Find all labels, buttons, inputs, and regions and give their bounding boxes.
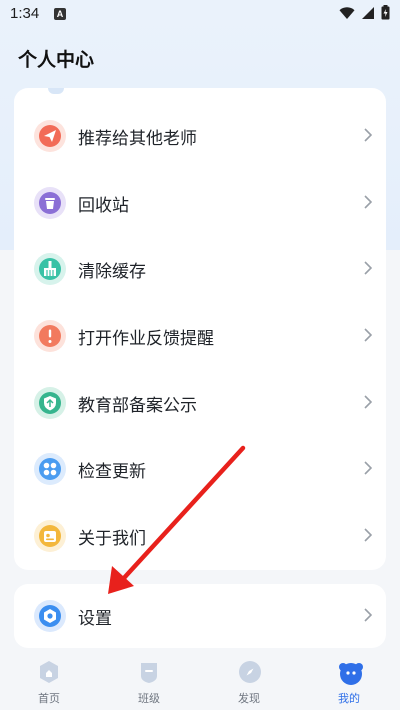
scrolled-item-remnant bbox=[48, 88, 64, 94]
paper-plane-icon bbox=[34, 120, 66, 152]
chevron-right-icon bbox=[364, 608, 372, 622]
chevron-right-icon bbox=[364, 195, 372, 209]
settings-hex-icon bbox=[34, 600, 66, 632]
menu-item-label: 推荐给其他老师 bbox=[78, 128, 197, 149]
signal-icon bbox=[362, 6, 374, 19]
bottom-tab-bar: 首页 班级 发现 我的 bbox=[0, 650, 400, 710]
menu-item-label: 清除缓存 bbox=[78, 261, 146, 282]
update-icon bbox=[34, 453, 66, 485]
settings-label: 设置 bbox=[78, 608, 112, 629]
notification-icon: A bbox=[54, 8, 66, 20]
menu-item-label: 教育部备案公示 bbox=[78, 395, 197, 416]
tab-mine[interactable]: 我的 bbox=[314, 656, 384, 706]
menu-item-label: 打开作业反馈提醒 bbox=[78, 328, 214, 349]
menu-item-label: 检查更新 bbox=[78, 461, 146, 482]
class-icon bbox=[141, 663, 157, 683]
shield-icon bbox=[34, 387, 66, 419]
tab-label: 班级 bbox=[138, 692, 160, 705]
battery-icon bbox=[381, 5, 390, 20]
status-time: 1:34 bbox=[10, 5, 40, 22]
chevron-right-icon bbox=[364, 328, 372, 342]
menu-item-feedback-reminder[interactable]: 打开作业反馈提醒 bbox=[14, 303, 386, 369]
chevron-right-icon bbox=[364, 528, 372, 542]
menu-item-label: 关于我们 bbox=[78, 528, 146, 549]
alert-icon bbox=[34, 320, 66, 352]
chevron-right-icon bbox=[364, 461, 372, 475]
tab-discover[interactable]: 发现 bbox=[214, 656, 284, 706]
status-bar: 1:34 A bbox=[0, 0, 400, 28]
menu-item-about-us[interactable]: 关于我们 bbox=[14, 503, 386, 569]
menu-item-clear-cache[interactable]: 清除缓存 bbox=[14, 236, 386, 302]
tab-label: 首页 bbox=[38, 692, 60, 705]
info-card-icon bbox=[34, 520, 66, 552]
menu-item-moe-filing[interactable]: 教育部备案公示 bbox=[14, 370, 386, 436]
chevron-right-icon bbox=[364, 261, 372, 275]
home-icon bbox=[40, 661, 58, 683]
chevron-right-icon bbox=[364, 395, 372, 409]
chevron-right-icon bbox=[364, 128, 372, 142]
tab-home[interactable]: 首页 bbox=[14, 656, 84, 706]
tab-class[interactable]: 班级 bbox=[114, 656, 184, 706]
menu-item-label: 回收站 bbox=[78, 195, 129, 216]
menu-card: 推荐给其他老师 回收站 清除缓存 打开作业反馈提醒 教育部备案公示 检查更新 关… bbox=[14, 88, 386, 570]
tab-label: 我的 bbox=[338, 692, 360, 705]
tab-label: 发现 bbox=[238, 692, 260, 705]
trash-icon bbox=[34, 187, 66, 219]
broom-icon bbox=[34, 253, 66, 285]
menu-item-check-update[interactable]: 检查更新 bbox=[14, 436, 386, 502]
settings-card: 设置 bbox=[14, 584, 386, 648]
menu-item-recycle-bin[interactable]: 回收站 bbox=[14, 170, 386, 236]
wifi-icon bbox=[339, 6, 355, 19]
menu-item-settings[interactable]: 设置 bbox=[14, 583, 386, 649]
menu-item-recommend[interactable]: 推荐给其他老师 bbox=[14, 103, 386, 169]
mine-icon bbox=[339, 663, 363, 685]
page-title: 个人中心 bbox=[18, 49, 95, 71]
discover-icon bbox=[239, 661, 261, 683]
